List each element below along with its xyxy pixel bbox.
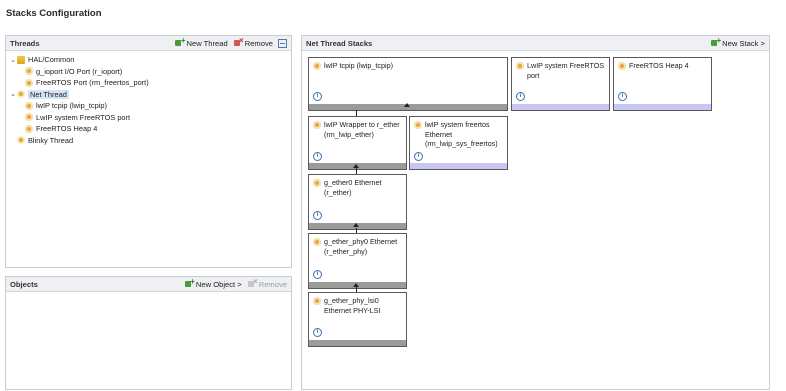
- remove-object-button[interactable]: Remove: [247, 277, 287, 289]
- info-icon[interactable]: i: [313, 152, 322, 161]
- objects-header: Objects New Object > Remove: [6, 277, 291, 292]
- tree-label: FreeRTOS Heap 4: [36, 124, 98, 134]
- remove-icon: [247, 277, 258, 288]
- new-object-button[interactable]: New Object >: [184, 277, 242, 289]
- remove-thread-label: Remove: [244, 38, 273, 48]
- add-icon: [175, 36, 185, 47]
- stack-box-lwip-wrapper[interactable]: lwIP Wrapper to r_ether (rm_lwip_ether) …: [308, 116, 407, 170]
- stack-box-ether0[interactable]: g_ether0 Ethernet (r_ether) i: [308, 174, 407, 230]
- add-icon: [711, 36, 721, 47]
- info-icon[interactable]: i: [618, 92, 627, 101]
- info-icon[interactable]: i: [313, 328, 322, 337]
- tree-item-freertos-port[interactable]: FreeRTOS Port (rm_freertos_port): [9, 77, 291, 89]
- threads-tree: ⌄ HAL/Common g_ioport I/O Port (r_ioport…: [6, 51, 291, 146]
- chevron-down-icon[interactable]: ⌄: [9, 90, 17, 98]
- tree-item-lwip-sys-port[interactable]: LwIP system FreeRTOS port: [9, 112, 291, 124]
- stack-box-heap4[interactable]: FreeRTOS Heap 4 i: [613, 57, 712, 111]
- module-icon: [618, 62, 626, 70]
- stack-status-bar: [309, 340, 406, 346]
- info-icon[interactable]: i: [313, 270, 322, 279]
- tree-label: FreeRTOS Port (rm_freertos_port): [36, 78, 149, 88]
- thread-icon: [17, 90, 25, 99]
- threads-title: Threads: [10, 38, 40, 48]
- module-icon: [25, 124, 33, 133]
- module-icon: [313, 179, 321, 187]
- new-stack-button[interactable]: New Stack >: [711, 36, 765, 48]
- collapse-all-icon[interactable]: [278, 38, 287, 48]
- new-object-label: New Object >: [195, 279, 242, 289]
- tree-item-hal-common[interactable]: ⌄ HAL/Common: [9, 54, 291, 66]
- module-icon: [313, 238, 321, 246]
- stacks-title: Net Thread Stacks: [306, 38, 373, 48]
- stack-label: lwIP tcpip (lwip_tcpip): [324, 61, 393, 70]
- info-icon[interactable]: i: [313, 211, 322, 220]
- stack-label: FreeRTOS Heap 4: [629, 61, 689, 70]
- remove-thread-button[interactable]: Remove: [233, 36, 273, 48]
- module-icon: [25, 78, 33, 87]
- stack-status-bar: [614, 104, 711, 110]
- tree-label: Net Thread: [28, 89, 69, 99]
- stack-label: g_ether_phy_lsi0 Ethernet PHY-LSI: [324, 296, 381, 315]
- stack-box-ether-phy-lsi0[interactable]: g_ether_phy_lsi0 Ethernet PHY-LSI i: [308, 292, 407, 347]
- module-icon: [313, 62, 321, 70]
- stack-status-bar: [410, 163, 507, 169]
- module-icon: [25, 113, 33, 122]
- remove-object-label: Remove: [258, 279, 287, 289]
- folder-icon: [17, 55, 25, 64]
- stack-box-lwip-sys-port[interactable]: LwIP system FreeRTOS port i: [511, 57, 610, 111]
- new-thread-label: New Thread: [186, 38, 228, 48]
- info-icon[interactable]: i: [516, 92, 525, 101]
- stacks-header: Net Thread Stacks New Stack >: [302, 36, 769, 51]
- connector-arrow: [353, 223, 359, 227]
- tree-item-heap4[interactable]: FreeRTOS Heap 4: [9, 123, 291, 135]
- objects-panel: Objects New Object > Remove: [5, 276, 292, 390]
- stack-label: lwIP Wrapper to r_ether (rm_lwip_ether): [324, 120, 400, 139]
- new-stack-label: New Stack >: [722, 38, 765, 48]
- module-icon: [516, 62, 524, 70]
- stack-label: g_ether_phy0 Ethernet (r_ether_phy): [324, 237, 398, 256]
- threads-panel: Threads New Thread Remove ⌄ HAL/Common g…: [5, 35, 292, 268]
- module-icon: [313, 121, 321, 129]
- tree-item-lwip-tcpip[interactable]: lwIP tcpip (lwip_tcpip): [9, 100, 291, 112]
- remove-icon: [233, 36, 244, 47]
- tree-label: g_ioport I/O Port (r_ioport): [36, 66, 123, 76]
- module-icon: [25, 101, 33, 110]
- stack-box-lwip-sys-freertos[interactable]: lwIP system freertos Ethernet (rm_lwip_s…: [409, 116, 508, 170]
- tree-label: HAL/Common: [28, 55, 75, 65]
- stack-label: g_ether0 Ethernet (r_ether): [324, 178, 382, 197]
- page-title: Stacks Configuration: [6, 8, 102, 19]
- new-thread-button[interactable]: New Thread: [175, 36, 228, 48]
- tree-label: Blinky Thread: [28, 135, 74, 145]
- tree-item-blinky[interactable]: Blinky Thread: [9, 135, 291, 147]
- stack-status-bar: [512, 104, 609, 110]
- tree-label: LwIP system FreeRTOS port: [36, 112, 131, 122]
- stack-label: lwIP system freertos Ethernet (rm_lwip_s…: [425, 120, 498, 148]
- module-icon: [25, 67, 33, 76]
- add-icon: [184, 277, 195, 288]
- stack-box-ether-phy0[interactable]: g_ether_phy0 Ethernet (r_ether_phy) i: [308, 233, 407, 289]
- chevron-down-icon[interactable]: ⌄: [9, 56, 17, 64]
- module-icon: [414, 121, 422, 129]
- threads-header: Threads New Thread Remove: [6, 36, 291, 51]
- connector-arrow: [404, 103, 410, 107]
- objects-title: Objects: [10, 279, 38, 289]
- module-icon: [313, 297, 321, 305]
- stack-label: LwIP system FreeRTOS port: [527, 61, 605, 80]
- tree-item-net-thread[interactable]: ⌄ Net Thread: [9, 89, 291, 101]
- thread-icon: [17, 136, 25, 145]
- info-icon[interactable]: i: [313, 92, 322, 101]
- info-icon[interactable]: i: [414, 152, 423, 161]
- tree-item-ioport[interactable]: g_ioport I/O Port (r_ioport): [9, 66, 291, 78]
- tree-label: lwIP tcpip (lwip_tcpip): [36, 101, 107, 111]
